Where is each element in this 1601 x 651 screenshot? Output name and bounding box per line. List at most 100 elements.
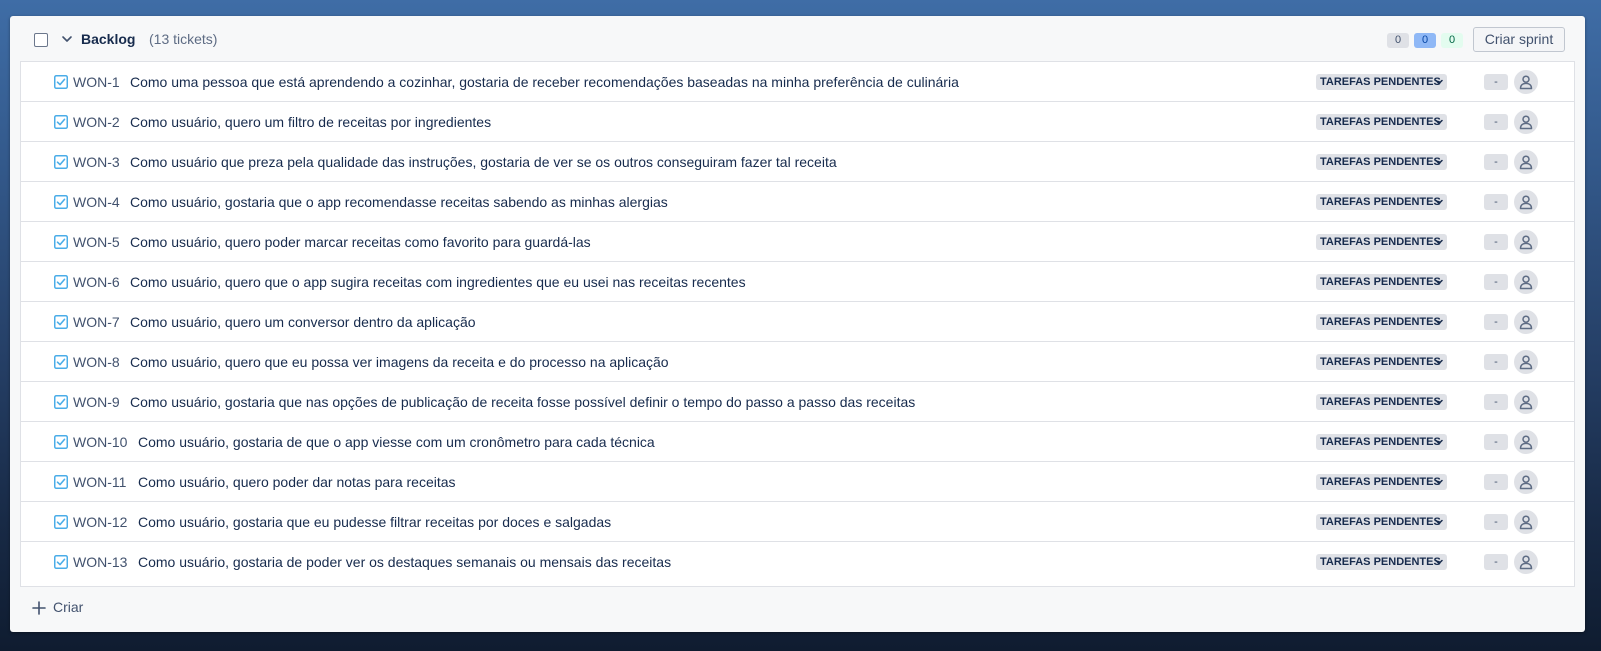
chevron-down-icon [1435, 519, 1443, 525]
issue-row[interactable]: WON-11 Como usuário, quero poder dar nota… [21, 462, 1574, 502]
assignee-avatar[interactable] [1514, 70, 1538, 94]
issue-summary[interactable]: Como usuário, quero um conversor dentro … [130, 314, 476, 330]
issue-summary[interactable]: Como usuário, quero poder marcar receita… [130, 234, 591, 250]
issue-list: WON-1 Como uma pessoa que está aprendendo… [20, 61, 1575, 587]
unassigned-user-icon [1519, 155, 1533, 170]
assignee-avatar[interactable] [1514, 310, 1538, 334]
issue-row[interactable]: WON-1 Como uma pessoa que está aprendendo… [21, 62, 1574, 102]
status-label: TAREFAS PENDENTES [1320, 356, 1441, 368]
issue-row[interactable]: WON-3 Como usuário que preza pela qualida… [21, 142, 1574, 182]
status-dropdown[interactable]: TAREFAS PENDENTES [1316, 474, 1447, 490]
plus-icon [32, 601, 46, 615]
issue-row[interactable]: WON-8 Como usuário, quero que eu possa ve… [21, 342, 1574, 382]
create-sprint-button[interactable]: Criar sprint [1473, 27, 1565, 52]
issue-key[interactable]: WON-12 [73, 514, 127, 530]
issue-row[interactable]: WON-6 Como usuário, quero que o app sugir… [21, 262, 1574, 302]
issue-summary[interactable]: Como usuário, gostaria de que o app vies… [138, 434, 655, 450]
issue-key[interactable]: WON-3 [73, 154, 120, 170]
assignee-avatar[interactable] [1514, 390, 1538, 414]
done-counter-badge: 0 [1441, 33, 1463, 48]
issue-key[interactable]: WON-13 [73, 554, 127, 570]
status-dropdown[interactable]: TAREFAS PENDENTES [1316, 234, 1447, 250]
issue-row[interactable]: WON-7 Como usuário, quero um conversor de… [21, 302, 1574, 342]
issue-row[interactable]: WON-5 Como usuário, quero poder marcar re… [21, 222, 1574, 262]
story-points-badge[interactable]: - [1484, 554, 1508, 570]
story-points-badge[interactable]: - [1484, 314, 1508, 330]
issue-summary[interactable]: Como usuário, gostaria que nas opções de… [130, 394, 915, 410]
issue-summary[interactable]: Como usuário, gostaria que o app recomen… [130, 194, 668, 210]
assignee-avatar[interactable] [1514, 150, 1538, 174]
issue-key[interactable]: WON-5 [73, 234, 120, 250]
chevron-down-icon[interactable] [59, 31, 75, 47]
issue-row[interactable]: WON-4 Como usuário, gostaria que o app re… [21, 182, 1574, 222]
chevron-down-icon [1435, 319, 1443, 325]
status-dropdown[interactable]: TAREFAS PENDENTES [1316, 314, 1447, 330]
story-points-badge[interactable]: - [1484, 474, 1508, 490]
assignee-avatar[interactable] [1514, 270, 1538, 294]
issue-key[interactable]: WON-2 [73, 114, 120, 130]
issue-key[interactable]: WON-11 [73, 474, 126, 490]
story-points-badge[interactable]: - [1484, 74, 1508, 90]
chevron-down-icon [1435, 279, 1443, 285]
chevron-down-icon [1435, 239, 1443, 245]
story-points-badge[interactable]: - [1484, 394, 1508, 410]
task-checkbox-icon [54, 75, 68, 89]
issue-key[interactable]: WON-1 [73, 74, 120, 90]
task-checkbox-icon [54, 195, 68, 209]
issue-summary[interactable]: Como usuário, quero poder dar notas para… [138, 474, 456, 490]
issue-summary[interactable]: Como usuário, gostaria que eu pudesse fi… [138, 514, 611, 530]
unassigned-user-icon [1519, 475, 1533, 490]
issue-key[interactable]: WON-8 [73, 354, 120, 370]
issue-summary[interactable]: Como uma pessoa que está aprendendo a co… [130, 74, 959, 90]
story-points-badge[interactable]: - [1484, 274, 1508, 290]
issue-key[interactable]: WON-9 [73, 394, 120, 410]
issue-row[interactable]: WON-10 Como usuário, gostaria de que o ap… [21, 422, 1574, 462]
status-dropdown[interactable]: TAREFAS PENDENTES [1316, 514, 1447, 530]
status-dropdown[interactable]: TAREFAS PENDENTES [1316, 114, 1447, 130]
issue-row[interactable]: WON-12 Como usuário, gostaria que eu pude… [21, 502, 1574, 542]
story-points-badge[interactable]: - [1484, 154, 1508, 170]
task-checkbox-icon [54, 235, 68, 249]
status-label: TAREFAS PENDENTES [1320, 156, 1441, 168]
story-points-badge[interactable]: - [1484, 354, 1508, 370]
story-points-badge[interactable]: - [1484, 234, 1508, 250]
status-dropdown[interactable]: TAREFAS PENDENTES [1316, 274, 1447, 290]
assignee-avatar[interactable] [1514, 110, 1538, 134]
select-all-checkbox[interactable] [34, 33, 48, 47]
issue-key[interactable]: WON-6 [73, 274, 120, 290]
assignee-avatar[interactable] [1514, 550, 1538, 574]
issue-summary[interactable]: Como usuário, quero que eu possa ver ima… [130, 354, 669, 370]
chevron-down-icon [1435, 79, 1443, 85]
status-dropdown[interactable]: TAREFAS PENDENTES [1316, 434, 1447, 450]
issue-summary[interactable]: Como usuário, quero um filtro de receita… [130, 114, 491, 130]
issue-summary[interactable]: Como usuário, gostaria de poder ver os d… [138, 554, 671, 570]
issue-key[interactable]: WON-7 [73, 314, 120, 330]
issue-row[interactable]: WON-9 Como usuário, gostaria que nas opçõ… [21, 382, 1574, 422]
issue-key[interactable]: WON-4 [73, 194, 120, 210]
status-dropdown[interactable]: TAREFAS PENDENTES [1316, 74, 1447, 90]
assignee-avatar[interactable] [1514, 230, 1538, 254]
assignee-avatar[interactable] [1514, 470, 1538, 494]
issue-summary[interactable]: Como usuário, quero que o app sugira rec… [130, 274, 746, 290]
story-points-badge[interactable]: - [1484, 114, 1508, 130]
status-dropdown[interactable]: TAREFAS PENDENTES [1316, 154, 1447, 170]
backlog-title: Backlog [81, 31, 136, 47]
task-checkbox-icon [54, 395, 68, 409]
issue-row[interactable]: WON-13 Como usuário, gostaria de poder ve… [21, 542, 1574, 582]
assignee-avatar[interactable] [1514, 190, 1538, 214]
status-dropdown[interactable]: TAREFAS PENDENTES [1316, 394, 1447, 410]
issue-key[interactable]: WON-10 [73, 434, 127, 450]
issue-row[interactable]: WON-2 Como usuário, quero um filtro de re… [21, 102, 1574, 142]
assignee-avatar[interactable] [1514, 430, 1538, 454]
assignee-avatar[interactable] [1514, 510, 1538, 534]
status-dropdown[interactable]: TAREFAS PENDENTES [1316, 554, 1447, 570]
unassigned-user-icon [1519, 115, 1533, 130]
story-points-badge[interactable]: - [1484, 434, 1508, 450]
status-dropdown[interactable]: TAREFAS PENDENTES [1316, 194, 1447, 210]
chevron-down-icon [1435, 439, 1443, 445]
status-dropdown[interactable]: TAREFAS PENDENTES [1316, 354, 1447, 370]
story-points-badge[interactable]: - [1484, 514, 1508, 530]
issue-summary[interactable]: Como usuário que preza pela qualidade da… [130, 154, 837, 170]
story-points-badge[interactable]: - [1484, 194, 1508, 210]
assignee-avatar[interactable] [1514, 350, 1538, 374]
